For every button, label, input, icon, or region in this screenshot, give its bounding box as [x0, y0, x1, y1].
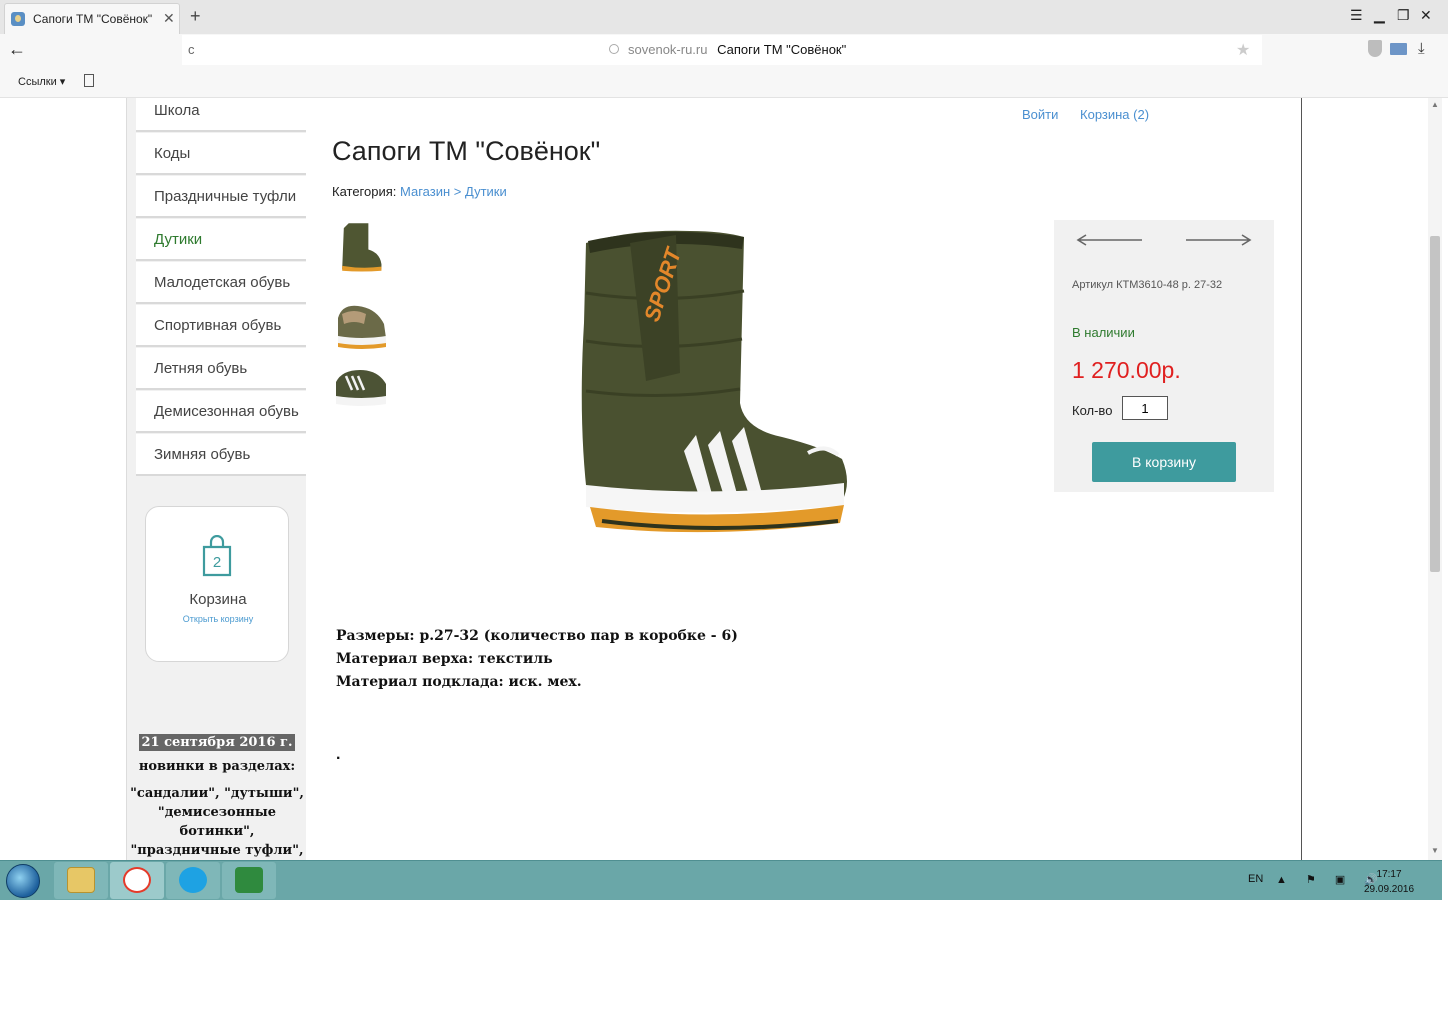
category-label: Малодетская обувь [154, 274, 291, 291]
taskbar: EN ▲ ⚑ ▣ 🔊 17:17 29.09.2016 [0, 860, 1442, 900]
category-label: Школа [154, 102, 200, 119]
page-icon[interactable] [84, 74, 94, 87]
category-item-school[interactable]: Школа [136, 98, 307, 132]
product-price: 1 270.00р. [1072, 357, 1181, 383]
clock[interactable]: 17:17 29.09.2016 [1364, 867, 1414, 897]
back-button[interactable]: ← [8, 39, 26, 60]
category-label: Демисезонная обувь [154, 403, 299, 420]
scroll-down-icon[interactable]: ▼ [1431, 846, 1439, 855]
category-item-winter-shoes[interactable]: Зимняя обувь [136, 434, 307, 476]
news-tags: "сандалии", "дутыши", "демисезонные боти… [130, 786, 304, 858]
open-cart-link[interactable]: Открыть корзину [146, 614, 290, 624]
download-icon[interactable]: ⤓ [1418, 40, 1425, 57]
next-arrow-icon[interactable] [1184, 234, 1254, 246]
tab-bar: Сапоги ТМ "Совёнок" ✕ + ☰ ▁ ❐ ✕ [0, 0, 1448, 34]
news-date: 21 сентября 2016 г. [139, 734, 295, 751]
category-label: Летняя обувь [154, 360, 248, 377]
reload-icon[interactable]: c [188, 42, 195, 57]
yandex-browser-button[interactable] [110, 862, 164, 899]
cart-widget-label: Корзина [189, 591, 247, 608]
purchase-panel: Артикул КТМ3610-48 р. 27-32 В наличии 1 … [1054, 220, 1274, 492]
tab-title: Сапоги ТМ "Совёнок" [33, 12, 153, 26]
login-link[interactable]: Войти [1022, 107, 1058, 122]
scroll-up-icon[interactable]: ▲ [1431, 100, 1439, 109]
skype-icon [179, 867, 207, 893]
category-label: Спортивная обувь [154, 317, 282, 334]
url-page-title: Сапоги ТМ "Совёнок" [717, 42, 847, 57]
quantity-label: Кол-во [1072, 403, 1113, 418]
url-domain: sovenok-ru.ru [628, 42, 708, 57]
category-label: Категория: [332, 184, 397, 199]
mail-icon[interactable] [1390, 43, 1407, 55]
sku-text: Артикул КТМ3610-48 р. 27-32 [1072, 279, 1223, 291]
minimize-button[interactable]: ▁ [1374, 7, 1385, 24]
globe-icon [609, 44, 619, 54]
favicon-icon [11, 12, 25, 26]
address-bar: ← c sovenok-ru.ru Сапоги ТМ "Совёнок" ★ [0, 34, 1448, 66]
cart-widget[interactable]: 2 Корзина Открыть корзину [145, 506, 289, 662]
spec-line: Размеры: р.27-32 (количество пар в короб… [336, 628, 738, 644]
screen: Сапоги ТМ "Совёнок" ✕ + ☰ ▁ ❐ ✕ ← c sove… [0, 0, 1448, 1024]
clock-date: 29.09.2016 [1364, 884, 1415, 895]
windows-start-icon[interactable] [6, 864, 40, 898]
bookmarks-links-button[interactable]: Ссылки ▾ [18, 75, 65, 88]
category-item-sport-shoes[interactable]: Спортивная обувь [136, 305, 307, 347]
category-item-dutiki[interactable]: Дутики [136, 219, 307, 261]
url-field[interactable]: c sovenok-ru.ru Сапоги ТМ "Совёнок" ★ [182, 35, 1262, 65]
news-heading: новинки в разделах: [138, 759, 296, 774]
category-label: Зимняя обувь [154, 446, 251, 463]
product-thumbnail[interactable] [332, 298, 390, 352]
page-viewport: Школа Коды Праздничные туфли Дутики Мало… [0, 98, 1428, 860]
close-window-button[interactable]: ✕ [1420, 7, 1432, 24]
browser-tab[interactable]: Сапоги ТМ "Совёнок" ✕ [4, 3, 180, 34]
quantity-input[interactable] [1122, 396, 1168, 420]
sidebar: Школа Коды Праздничные туфли Дутики Мало… [126, 98, 307, 860]
page-scrollbar[interactable]: ▲ ▼ [1428, 98, 1442, 860]
main-content: Войти Корзина (2) Сапоги ТМ "Совёнок" Ка… [306, 98, 1302, 860]
new-tab-button[interactable]: + [190, 6, 201, 27]
header-cart-link[interactable]: Корзина (2) [1080, 107, 1149, 122]
yandex-browser-icon [123, 867, 151, 893]
file-explorer-button[interactable] [54, 862, 108, 899]
category-item-demi-season-shoes[interactable]: Демисезонная обувь [136, 391, 307, 433]
product-image[interactable]: SPORT [572, 223, 852, 543]
shield-icon[interactable] [1368, 40, 1382, 57]
category-item-festive-shoes[interactable]: Праздничные туфли [136, 176, 307, 218]
add-to-cart-button[interactable]: В корзину [1092, 442, 1236, 482]
trailing-dot: . [336, 746, 341, 763]
breadcrumb-link[interactable]: Магазин > Дутики [400, 184, 507, 199]
page-title: Сапоги ТМ "Совёнок" [332, 136, 601, 166]
category-label: Коды [154, 145, 191, 162]
excel-icon [235, 867, 263, 893]
category-label: Праздничные туфли [154, 188, 297, 205]
skype-button[interactable] [166, 862, 220, 899]
cart-count: 2 [213, 554, 221, 571]
language-indicator[interactable]: EN [1248, 873, 1263, 885]
bookmarks-bar: Ссылки ▾ [0, 66, 1448, 98]
product-thumbnail[interactable] [332, 360, 390, 414]
url-text[interactable]: sovenok-ru.ru Сапоги ТМ "Совёнок" [628, 42, 846, 57]
top-links: Войти Корзина (2) [1022, 107, 1167, 122]
restore-button[interactable]: ❐ [1397, 7, 1410, 24]
category-label: Дутики [154, 231, 203, 248]
news-block: 21 сентября 2016 г. новинки в разделах: … [127, 728, 307, 860]
product-specs: Размеры: р.27-32 (количество пар в короб… [336, 625, 738, 694]
file-explorer-icon [67, 867, 95, 893]
breadcrumb: Категория: Магазин > Дутики [332, 184, 507, 199]
scrollbar-thumb[interactable] [1430, 236, 1440, 572]
spec-line: Материал подклада: иск. мех. [336, 674, 582, 690]
spec-line: Материал верха: текстиль [336, 651, 553, 667]
category-item-codes[interactable]: Коды [136, 133, 307, 175]
bookmark-star-icon[interactable]: ★ [1236, 40, 1250, 60]
stock-status: В наличии [1072, 325, 1135, 340]
clock-time: 17:17 [1376, 869, 1402, 880]
category-item-toddler-shoes[interactable]: Малодетская обувь [136, 262, 307, 304]
shopping-bag-icon: 2 [202, 535, 232, 577]
excel-button[interactable] [222, 862, 276, 899]
tab-close-icon[interactable]: ✕ [163, 10, 175, 27]
menu-icon[interactable]: ☰ [1350, 7, 1363, 24]
category-item-summer-shoes[interactable]: Летняя обувь [136, 348, 307, 390]
product-thumbnail[interactable] [332, 220, 390, 274]
previous-arrow-icon[interactable] [1074, 234, 1144, 246]
